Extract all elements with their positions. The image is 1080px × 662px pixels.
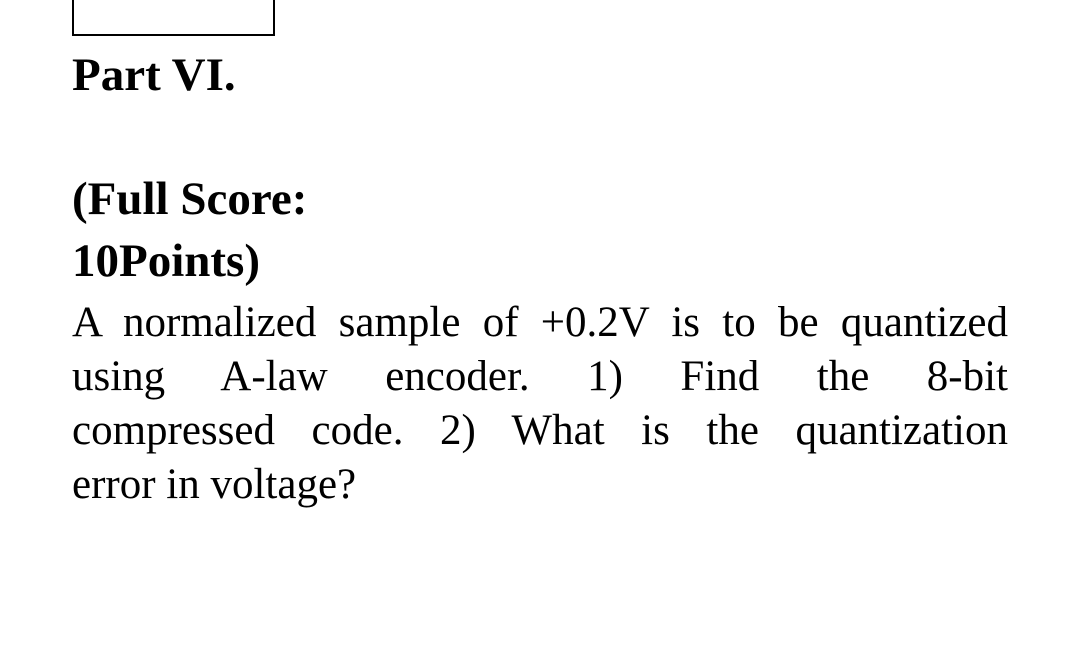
question-line: error in voltage? bbox=[72, 461, 357, 508]
question-line: using A-law encoder. 1) Find the 8-bit bbox=[72, 353, 1008, 400]
question-paragraph: A normalized sample of +0.2V is to be qu… bbox=[72, 292, 1008, 512]
question-line: compressed code. 2) What is the quantiza… bbox=[72, 407, 1008, 454]
page-title-score-open: (Full Score: bbox=[72, 173, 308, 225]
empty-placeholder-box[interactable] bbox=[72, 0, 275, 36]
question-line: A normalized sample of +0.2V is to be qu… bbox=[72, 299, 1008, 346]
page-title: Part VI. (Full Score: 10Points) bbox=[72, 44, 1008, 292]
slide-content: Part VI. (Full Score: 10Points) A normal… bbox=[72, 44, 1008, 512]
page-title-part-label: Part VI. bbox=[72, 49, 236, 101]
page-title-score-close: 10Points) bbox=[72, 235, 260, 287]
slide-canvas: Part VI. (Full Score: 10Points) A normal… bbox=[0, 0, 1080, 662]
